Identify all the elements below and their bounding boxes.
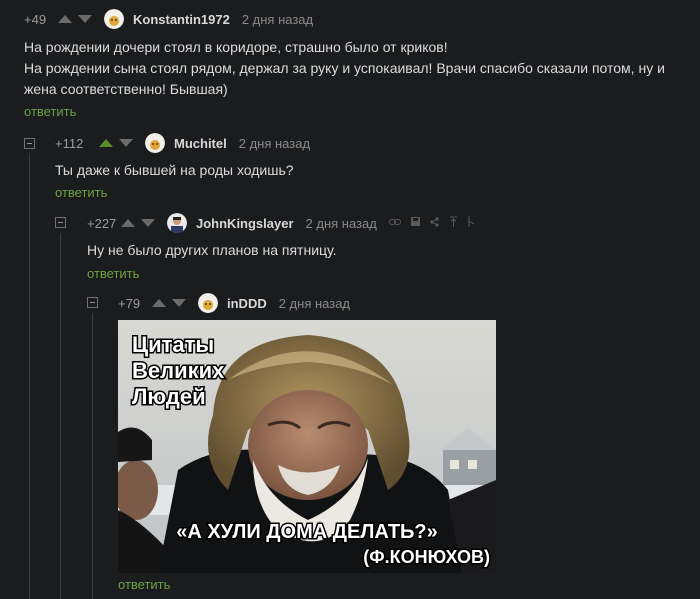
branch-icon[interactable] — [468, 216, 475, 230]
reply-link[interactable]: ответить — [118, 577, 170, 592]
vote-up-icon[interactable] — [152, 299, 166, 307]
meme-caption-line: Людей — [132, 384, 206, 409]
meme-caption-line: Цитаты — [132, 332, 214, 357]
meme-quote: «А ХУЛИ ДОМА ДЕЛАТЬ?» — [176, 521, 438, 543]
comment-text: Ну не было других планов на пятницу. — [87, 240, 337, 261]
avatar[interactable] — [145, 133, 165, 153]
comment-tools — [388, 216, 475, 230]
reply-link[interactable]: ответить — [24, 104, 76, 119]
username[interactable]: inDDD — [227, 296, 267, 311]
comment-header: +79 inDDD 2 дня назад — [118, 293, 350, 313]
up-arrow-icon[interactable] — [449, 216, 458, 230]
username[interactable]: Muchitel — [174, 136, 227, 151]
comment-date: 2 дня назад — [241, 11, 314, 27]
meme-author: (Ф.КОНЮХОВ) — [363, 547, 490, 567]
thread-branch-line[interactable] — [29, 153, 30, 599]
comment-header: +227 JohnKingslayer 2 дня назад — [87, 213, 475, 233]
vote-down-icon[interactable] — [78, 15, 92, 23]
comment-line: На рождении дочери стоял в коридоре, стр… — [24, 39, 448, 55]
thread-branch-line[interactable] — [92, 313, 93, 599]
vote-down-icon[interactable] — [172, 299, 186, 307]
comment-rating: +79 — [118, 295, 141, 311]
avatar[interactable] — [198, 293, 218, 313]
collapse-icon[interactable] — [87, 297, 98, 308]
comment-line: Ну не было других планов на пятницу. — [87, 242, 337, 258]
collapse-icon[interactable] — [55, 217, 66, 228]
comment-line: жена соответственно! Бывшая) — [24, 81, 228, 97]
comment-line: На рождении сына стоял рядом, держал за … — [24, 60, 665, 76]
vote-up-icon[interactable] — [121, 219, 135, 227]
collapse-icon[interactable] — [24, 138, 35, 149]
comment-rating: +112 — [55, 135, 84, 151]
comment-text: На рождении дочери стоял в коридоре, стр… — [24, 37, 665, 100]
comment-rating: +49 — [24, 11, 47, 27]
vote-down-icon[interactable] — [119, 139, 133, 147]
comment-text: Ты даже к бывшей на роды ходишь? — [55, 160, 294, 181]
comment-date: 2 дня назад — [305, 215, 377, 231]
share-icon[interactable] — [430, 216, 439, 230]
comment-rating: +227 — [87, 215, 117, 231]
reply-link[interactable]: ответить — [55, 185, 107, 200]
avatar[interactable] — [167, 213, 187, 233]
comment-line: Ты даже к бывшей на роды ходишь? — [55, 162, 294, 178]
comment-date: 2 дня назад — [278, 295, 351, 311]
username[interactable]: JohnKingslayer — [196, 216, 294, 231]
username[interactable]: Konstantin1972 — [133, 12, 230, 27]
vote-up-icon[interactable] — [58, 15, 72, 23]
reply-link[interactable]: ответить — [87, 266, 139, 281]
vote-down-icon[interactable] — [141, 219, 155, 227]
avatar[interactable] — [104, 9, 124, 29]
link-icon[interactable] — [388, 217, 401, 229]
vote-up-icon[interactable] — [99, 139, 113, 147]
meme-caption-line: Великих — [132, 358, 225, 383]
meme-image[interactable]: Цитаты Великих Людей «А ХУЛИ ДОМА ДЕЛАТЬ… — [118, 320, 496, 573]
comment-header: +49 Konstantin1972 2 дня назад — [24, 9, 313, 29]
save-icon[interactable] — [410, 217, 420, 229]
comment-date: 2 дня назад — [238, 135, 311, 151]
thread-branch-line[interactable] — [60, 233, 61, 599]
comment-header: +112 Muchitel 2 дня назад — [55, 133, 310, 153]
